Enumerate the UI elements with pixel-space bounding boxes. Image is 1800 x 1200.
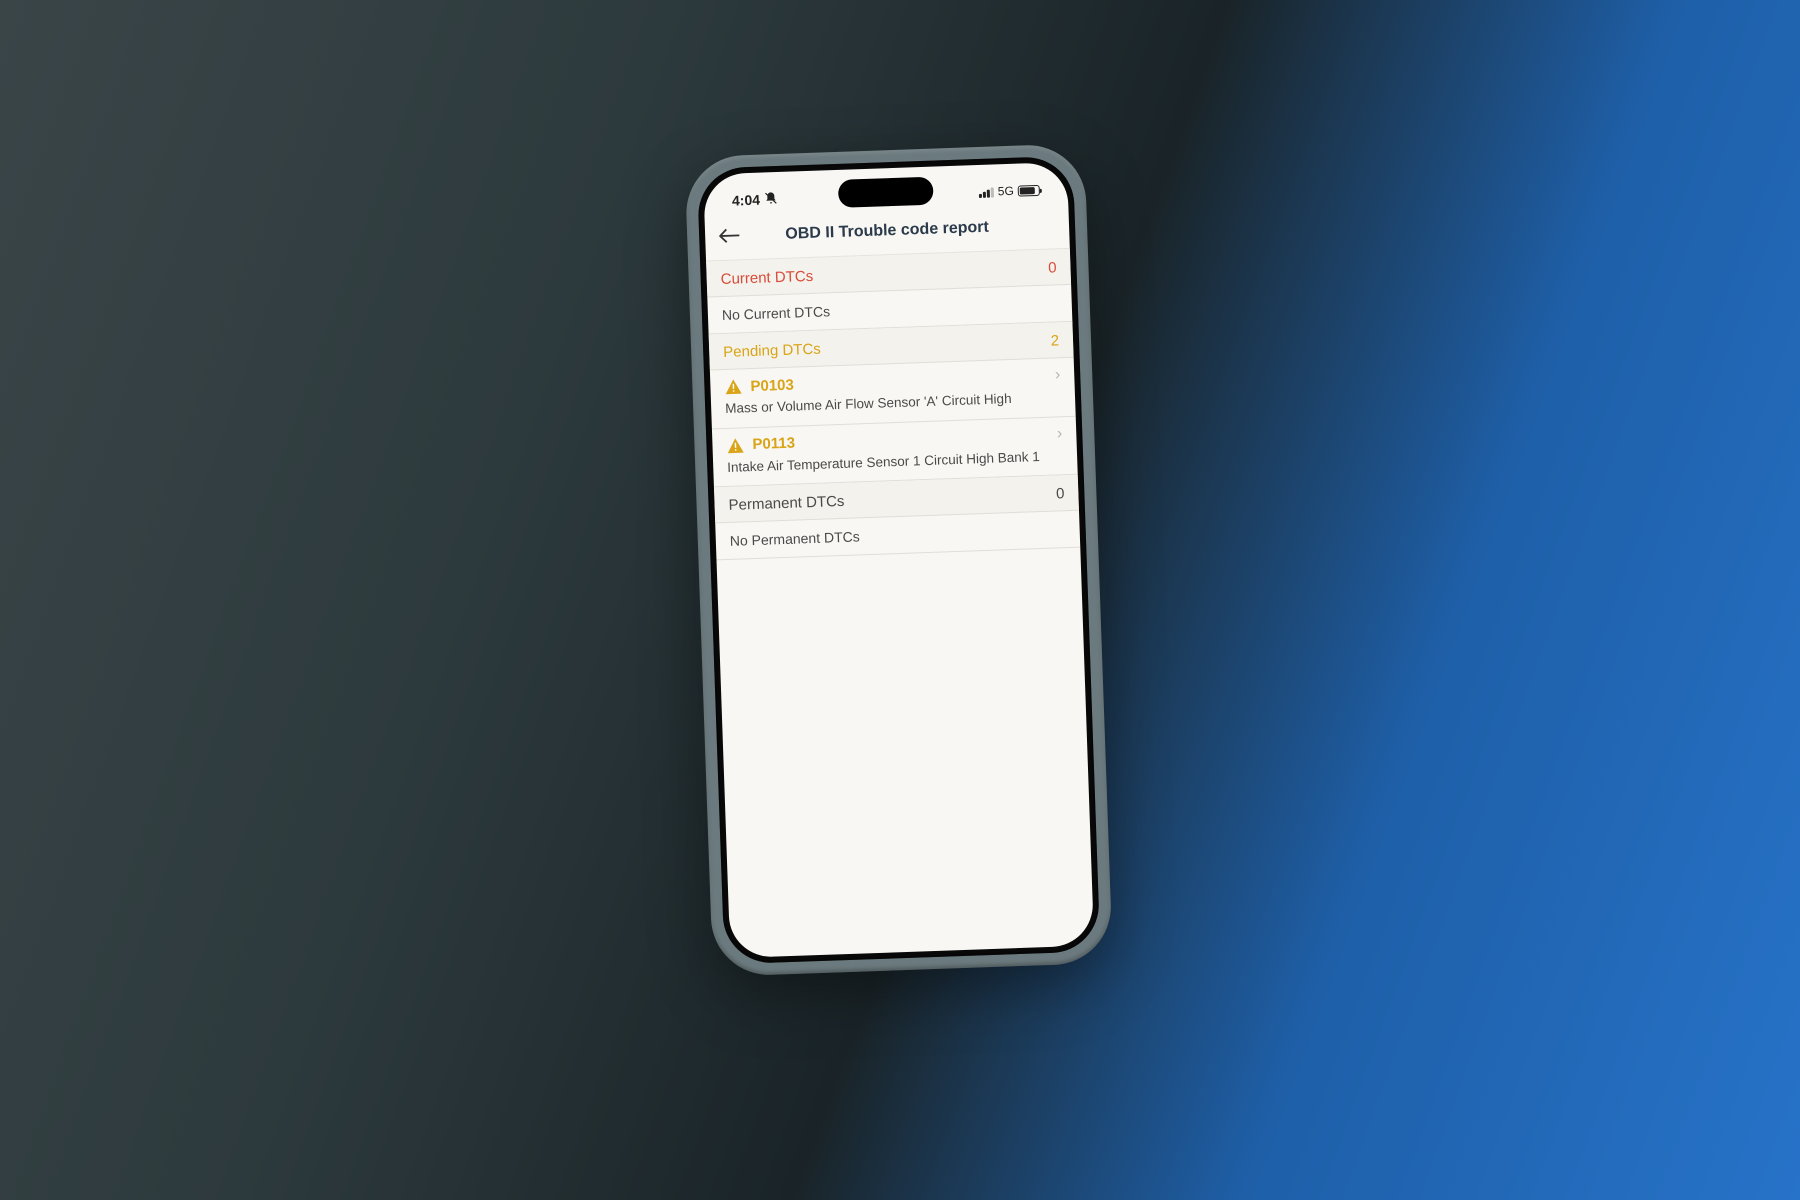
section-pending-title: Pending DTCs (723, 341, 821, 361)
section-permanent-title: Permanent DTCs (728, 493, 844, 514)
phone-bezel: 4:04 5G OBD II Trouble code report (697, 156, 1101, 965)
section-current-count: 0 (1048, 259, 1057, 276)
content-area[interactable]: Current DTCs 0 No Current DTCs Pending D… (706, 249, 1094, 958)
section-permanent-count: 0 (1056, 485, 1065, 502)
dynamic-island (838, 177, 934, 208)
signal-icon (979, 186, 994, 197)
phone-case: 4:04 5G OBD II Trouble code report (684, 143, 1112, 976)
phone-screen: 4:04 5G OBD II Trouble code report (703, 162, 1094, 958)
warning-icon (726, 437, 745, 454)
chevron-right-icon: › (1057, 425, 1063, 443)
page-title: OBD II Trouble code report (719, 216, 1055, 246)
network-label: 5G (998, 184, 1014, 199)
section-pending-count: 2 (1050, 332, 1059, 349)
warning-icon (724, 378, 743, 395)
battery-icon (1018, 184, 1040, 196)
chevron-right-icon: › (1055, 366, 1061, 384)
do-not-disturb-icon (764, 191, 779, 208)
status-time: 4:04 (732, 192, 761, 209)
section-current-title: Current DTCs (720, 268, 813, 288)
